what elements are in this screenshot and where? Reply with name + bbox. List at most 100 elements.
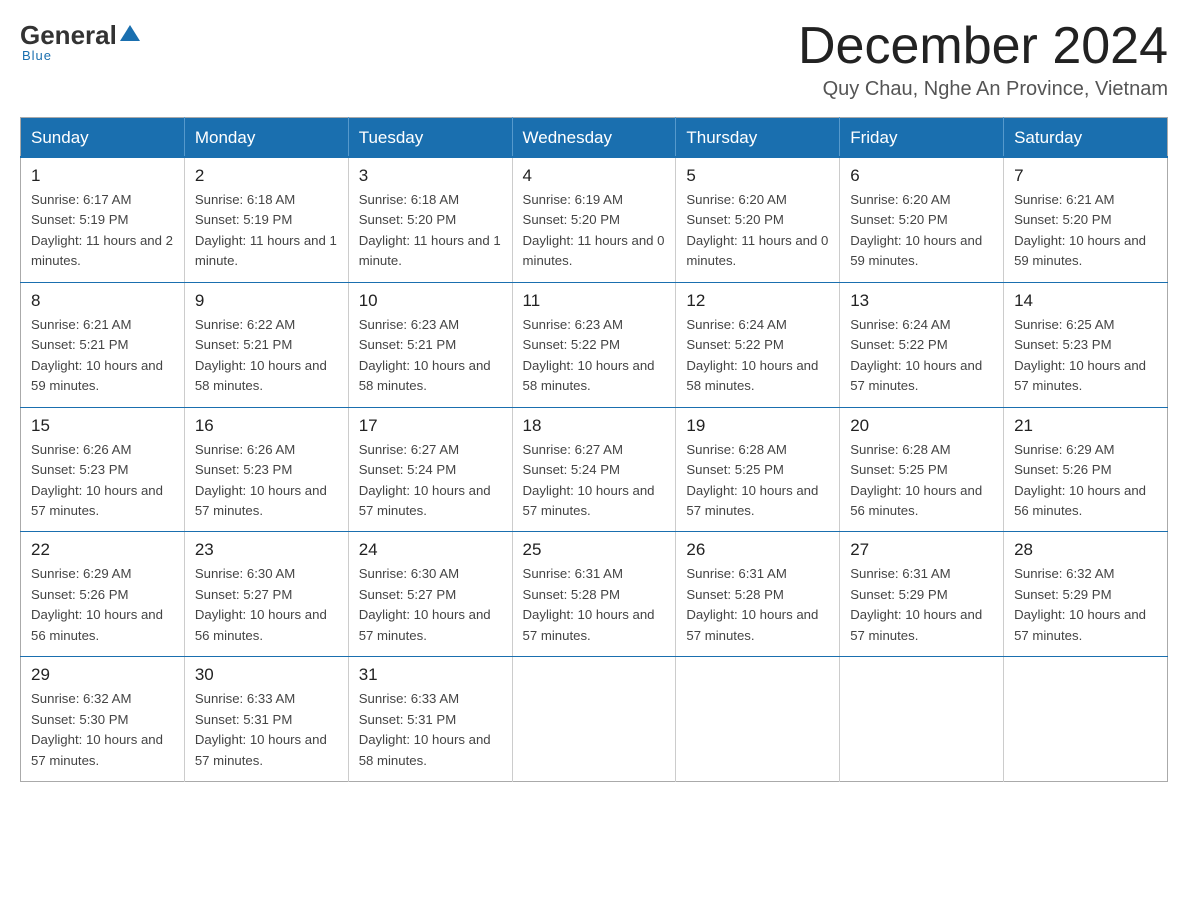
day-info: Sunrise: 6:30 AM Sunset: 5:27 PM Dayligh…: [195, 564, 338, 646]
logo-triangle-icon: [119, 22, 141, 44]
day-info: Sunrise: 6:19 AM Sunset: 5:20 PM Dayligh…: [523, 190, 666, 272]
calendar-cell: [1004, 657, 1168, 782]
day-number: 31: [359, 665, 502, 685]
day-info: Sunrise: 6:28 AM Sunset: 5:25 PM Dayligh…: [686, 440, 829, 522]
day-info: Sunrise: 6:21 AM Sunset: 5:20 PM Dayligh…: [1014, 190, 1157, 272]
calendar-cell: 27 Sunrise: 6:31 AM Sunset: 5:29 PM Dayl…: [840, 532, 1004, 657]
calendar-cell: 26 Sunrise: 6:31 AM Sunset: 5:28 PM Dayl…: [676, 532, 840, 657]
calendar-cell: 18 Sunrise: 6:27 AM Sunset: 5:24 PM Dayl…: [512, 407, 676, 532]
day-number: 23: [195, 540, 338, 560]
day-header-sunday: Sunday: [21, 118, 185, 158]
day-info: Sunrise: 6:29 AM Sunset: 5:26 PM Dayligh…: [1014, 440, 1157, 522]
day-number: 17: [359, 416, 502, 436]
calendar-cell: 19 Sunrise: 6:28 AM Sunset: 5:25 PM Dayl…: [676, 407, 840, 532]
calendar-week-5: 29 Sunrise: 6:32 AM Sunset: 5:30 PM Dayl…: [21, 657, 1168, 782]
day-number: 12: [686, 291, 829, 311]
calendar-cell: 8 Sunrise: 6:21 AM Sunset: 5:21 PM Dayli…: [21, 282, 185, 407]
calendar-cell: [512, 657, 676, 782]
day-number: 28: [1014, 540, 1157, 560]
calendar-cell: 4 Sunrise: 6:19 AM Sunset: 5:20 PM Dayli…: [512, 157, 676, 282]
calendar-cell: 17 Sunrise: 6:27 AM Sunset: 5:24 PM Dayl…: [348, 407, 512, 532]
day-info: Sunrise: 6:20 AM Sunset: 5:20 PM Dayligh…: [850, 190, 993, 272]
day-info: Sunrise: 6:27 AM Sunset: 5:24 PM Dayligh…: [359, 440, 502, 522]
calendar-week-1: 1 Sunrise: 6:17 AM Sunset: 5:19 PM Dayli…: [21, 157, 1168, 282]
calendar-cell: 14 Sunrise: 6:25 AM Sunset: 5:23 PM Dayl…: [1004, 282, 1168, 407]
day-info: Sunrise: 6:31 AM Sunset: 5:28 PM Dayligh…: [523, 564, 666, 646]
day-number: 14: [1014, 291, 1157, 311]
calendar-cell: 23 Sunrise: 6:30 AM Sunset: 5:27 PM Dayl…: [184, 532, 348, 657]
days-of-week-row: SundayMondayTuesdayWednesdayThursdayFrid…: [21, 118, 1168, 158]
day-info: Sunrise: 6:18 AM Sunset: 5:20 PM Dayligh…: [359, 190, 502, 272]
calendar-week-2: 8 Sunrise: 6:21 AM Sunset: 5:21 PM Dayli…: [21, 282, 1168, 407]
day-info: Sunrise: 6:27 AM Sunset: 5:24 PM Dayligh…: [523, 440, 666, 522]
day-number: 30: [195, 665, 338, 685]
day-number: 4: [523, 166, 666, 186]
day-number: 20: [850, 416, 993, 436]
calendar-cell: 20 Sunrise: 6:28 AM Sunset: 5:25 PM Dayl…: [840, 407, 1004, 532]
day-number: 24: [359, 540, 502, 560]
calendar-cell: 10 Sunrise: 6:23 AM Sunset: 5:21 PM Dayl…: [348, 282, 512, 407]
day-number: 27: [850, 540, 993, 560]
calendar-cell: 16 Sunrise: 6:26 AM Sunset: 5:23 PM Dayl…: [184, 407, 348, 532]
location-title: Quy Chau, Nghe An Province, Vietnam: [798, 78, 1168, 101]
day-info: Sunrise: 6:26 AM Sunset: 5:23 PM Dayligh…: [31, 440, 174, 522]
day-number: 22: [31, 540, 174, 560]
day-header-wednesday: Wednesday: [512, 118, 676, 158]
day-number: 25: [523, 540, 666, 560]
calendar-cell: 9 Sunrise: 6:22 AM Sunset: 5:21 PM Dayli…: [184, 282, 348, 407]
calendar-cell: 12 Sunrise: 6:24 AM Sunset: 5:22 PM Dayl…: [676, 282, 840, 407]
day-info: Sunrise: 6:23 AM Sunset: 5:21 PM Dayligh…: [359, 315, 502, 397]
calendar-cell: 21 Sunrise: 6:29 AM Sunset: 5:26 PM Dayl…: [1004, 407, 1168, 532]
day-number: 10: [359, 291, 502, 311]
calendar-cell: 30 Sunrise: 6:33 AM Sunset: 5:31 PM Dayl…: [184, 657, 348, 782]
day-number: 11: [523, 291, 666, 311]
day-info: Sunrise: 6:32 AM Sunset: 5:29 PM Dayligh…: [1014, 564, 1157, 646]
day-number: 1: [31, 166, 174, 186]
calendar-cell: 11 Sunrise: 6:23 AM Sunset: 5:22 PM Dayl…: [512, 282, 676, 407]
day-number: 7: [1014, 166, 1157, 186]
day-info: Sunrise: 6:26 AM Sunset: 5:23 PM Dayligh…: [195, 440, 338, 522]
day-number: 8: [31, 291, 174, 311]
day-number: 18: [523, 416, 666, 436]
day-info: Sunrise: 6:18 AM Sunset: 5:19 PM Dayligh…: [195, 190, 338, 272]
day-info: Sunrise: 6:24 AM Sunset: 5:22 PM Dayligh…: [686, 315, 829, 397]
calendar-cell: 5 Sunrise: 6:20 AM Sunset: 5:20 PM Dayli…: [676, 157, 840, 282]
calendar-cell: 15 Sunrise: 6:26 AM Sunset: 5:23 PM Dayl…: [21, 407, 185, 532]
day-info: Sunrise: 6:32 AM Sunset: 5:30 PM Dayligh…: [31, 689, 174, 771]
day-info: Sunrise: 6:17 AM Sunset: 5:19 PM Dayligh…: [31, 190, 174, 272]
day-header-friday: Friday: [840, 118, 1004, 158]
day-number: 6: [850, 166, 993, 186]
day-info: Sunrise: 6:23 AM Sunset: 5:22 PM Dayligh…: [523, 315, 666, 397]
calendar-cell: 3 Sunrise: 6:18 AM Sunset: 5:20 PM Dayli…: [348, 157, 512, 282]
day-info: Sunrise: 6:24 AM Sunset: 5:22 PM Dayligh…: [850, 315, 993, 397]
calendar-cell: 28 Sunrise: 6:32 AM Sunset: 5:29 PM Dayl…: [1004, 532, 1168, 657]
day-info: Sunrise: 6:22 AM Sunset: 5:21 PM Dayligh…: [195, 315, 338, 397]
day-number: 26: [686, 540, 829, 560]
calendar-cell: 6 Sunrise: 6:20 AM Sunset: 5:20 PM Dayli…: [840, 157, 1004, 282]
calendar-cell: 31 Sunrise: 6:33 AM Sunset: 5:31 PM Dayl…: [348, 657, 512, 782]
calendar-table: SundayMondayTuesdayWednesdayThursdayFrid…: [20, 117, 1168, 782]
day-info: Sunrise: 6:25 AM Sunset: 5:23 PM Dayligh…: [1014, 315, 1157, 397]
day-info: Sunrise: 6:31 AM Sunset: 5:28 PM Dayligh…: [686, 564, 829, 646]
logo-blue-text: Blue: [22, 48, 52, 63]
day-number: 21: [1014, 416, 1157, 436]
day-number: 5: [686, 166, 829, 186]
calendar-cell: [840, 657, 1004, 782]
day-info: Sunrise: 6:28 AM Sunset: 5:25 PM Dayligh…: [850, 440, 993, 522]
day-header-monday: Monday: [184, 118, 348, 158]
logo: General Blue: [20, 20, 141, 65]
day-info: Sunrise: 6:31 AM Sunset: 5:29 PM Dayligh…: [850, 564, 993, 646]
calendar-cell: [676, 657, 840, 782]
day-info: Sunrise: 6:30 AM Sunset: 5:27 PM Dayligh…: [359, 564, 502, 646]
day-header-saturday: Saturday: [1004, 118, 1168, 158]
day-number: 3: [359, 166, 502, 186]
calendar-cell: 22 Sunrise: 6:29 AM Sunset: 5:26 PM Dayl…: [21, 532, 185, 657]
calendar-cell: 13 Sunrise: 6:24 AM Sunset: 5:22 PM Dayl…: [840, 282, 1004, 407]
calendar-week-3: 15 Sunrise: 6:26 AM Sunset: 5:23 PM Dayl…: [21, 407, 1168, 532]
day-number: 2: [195, 166, 338, 186]
day-number: 29: [31, 665, 174, 685]
day-header-tuesday: Tuesday: [348, 118, 512, 158]
calendar-body: 1 Sunrise: 6:17 AM Sunset: 5:19 PM Dayli…: [21, 157, 1168, 782]
day-number: 16: [195, 416, 338, 436]
day-number: 9: [195, 291, 338, 311]
